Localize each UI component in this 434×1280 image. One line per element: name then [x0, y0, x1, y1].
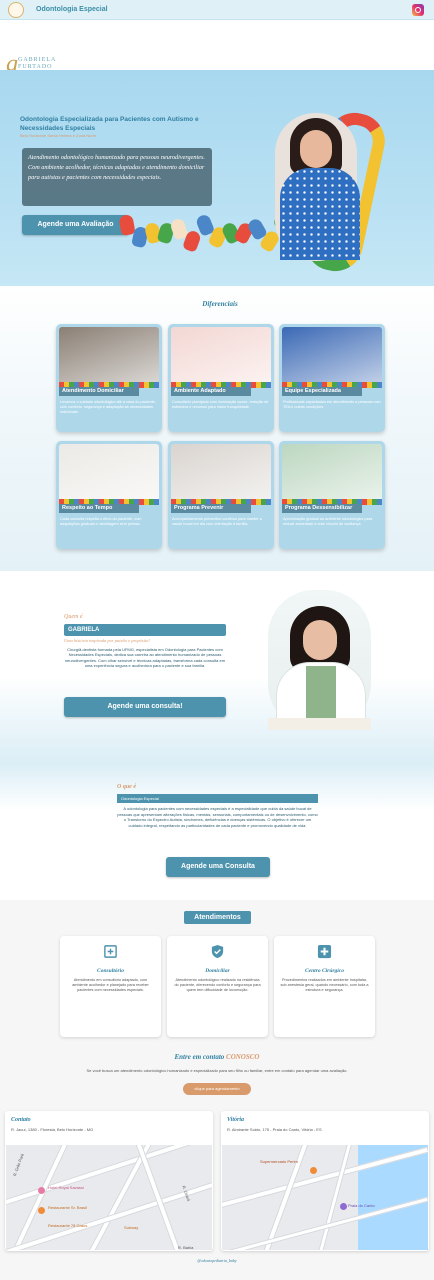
what-is-text: A odontologia para pacientes com necessi… [117, 806, 318, 828]
mini-logo[interactable] [8, 2, 24, 18]
hero-schedule-button[interactable]: Agende uma Avaliação [22, 215, 129, 235]
feature-card-image [282, 444, 382, 504]
feature-card-label: Programa Prevenir [171, 504, 251, 513]
about-subtitle: Uma história inspirada por paixão e prop… [64, 638, 150, 643]
feature-card[interactable]: Equipe Especializada Profissionais capaci… [279, 324, 385, 432]
hero-text-box: Atendimento odontológico humanizado para… [22, 148, 212, 206]
service-card-centro-cirurgico[interactable]: Centro Cirúrgico Procedimentos realizado… [274, 936, 375, 1037]
contact-text: Se você busca um atendimento odontológic… [86, 1068, 348, 1073]
logo-line-1: GABRIELA [18, 57, 57, 63]
top-bar: Odontologia Especial [0, 0, 434, 20]
feature-card-desc: Profissionais capacitados em atendimento… [283, 400, 381, 409]
feature-card[interactable]: Programa Dessensibilizar Aproximação grad… [279, 441, 385, 549]
map-card-contato: Contato R. Jacuí, 1380 - Floresta, Belo … [5, 1111, 213, 1251]
feature-card-desc: Acompanhamento preventivo contínuo para … [172, 517, 262, 526]
contact-schedule-button[interactable]: clique para agendamento [183, 1083, 251, 1095]
service-card-consultorio[interactable]: Consultório Atendimento em consultório a… [60, 936, 161, 1037]
service-title: Centro Cirúrgico [305, 968, 344, 974]
about-text: Cirurgiã-dentista formada pela UFMG, esp… [64, 647, 226, 669]
map-label: Restaurante Sr. Brasil [48, 1205, 87, 1210]
map-label: R. Bahia [178, 1245, 194, 1250]
feature-card-image [171, 444, 271, 504]
services-title: Atendimentos [184, 911, 251, 924]
hero-subheading: Belo Horizonte Santa Helena e Zona Norte [20, 133, 97, 138]
feature-card-desc: Aproximação gradual ao ambiente odontoló… [283, 517, 373, 526]
pin-icon[interactable] [38, 1187, 45, 1194]
feature-card-label: Atendimento Domiciliar [59, 387, 139, 396]
map-address: R. Jacuí, 1380 - Floresta, Belo Horizont… [11, 1127, 94, 1132]
hero-portrait-face [300, 130, 332, 168]
feature-card-image [282, 327, 382, 387]
feature-card[interactable]: Programa Prevenir Acompanhamento preventi… [168, 441, 274, 549]
feature-card-image [59, 444, 159, 504]
footer-handle[interactable]: @odontopediatria_baby [0, 1258, 434, 1263]
feature-card-label: Equipe Especializada [282, 387, 362, 396]
service-title: Consultório [97, 968, 124, 974]
diferenciais-title: Diferenciais [202, 300, 238, 308]
site-title[interactable]: Odontologia Especial [36, 6, 108, 13]
feature-card-label: Respeito ao Tempo [59, 504, 139, 513]
about-name-band: GABRIELA [64, 624, 226, 636]
what-is-kicker: O que é [117, 784, 136, 790]
contact-title-a: Entre em contato [174, 1053, 225, 1061]
feature-card[interactable]: Ambiente Adaptado Consultório planejado c… [168, 324, 274, 432]
map-address: R. Almirante Soido, 175 - Praia do Canto… [227, 1127, 322, 1132]
beach-pin-icon[interactable] [340, 1203, 347, 1210]
about-kicker: Quem é [64, 614, 83, 620]
map-title: Contato [11, 1117, 31, 1123]
about-portrait-desk [268, 718, 371, 730]
map-vitoria[interactable]: Supermercado Perim Praia do Canto [222, 1145, 428, 1250]
feature-card-image [59, 327, 159, 387]
about-portrait-face [303, 620, 337, 660]
hero-heading: Odontologia Especializada para Pacientes… [20, 116, 199, 132]
logo-bar: g GABRIELA FURTADO ODONTOLOGIA ESPECIAL [0, 21, 434, 78]
feature-card[interactable]: Respeito ao Tempo Cada consulta respeita … [56, 441, 162, 549]
about-schedule-button[interactable]: Agende uma consulta! [64, 697, 226, 717]
what-is-section [0, 763, 434, 900]
feature-card-label: Ambiente Adaptado [171, 387, 251, 396]
what-is-band: Odontologia Especial [117, 794, 318, 803]
about-portrait-shirt [306, 666, 336, 726]
hero-box-text: Atendimento odontológico humanizado para… [28, 154, 205, 181]
instagram-icon[interactable] [412, 4, 424, 16]
feature-card-desc: Consultório planejado com iluminação sua… [172, 400, 269, 409]
shield-check-icon [211, 944, 224, 959]
contact-title: Entre em contato CONOSCO [150, 1053, 284, 1061]
hero-portrait-body [280, 168, 360, 260]
feature-card[interactable]: Atendimento Domiciliar Levamos o cuidado … [56, 324, 162, 432]
what-is-schedule-button[interactable]: Agende uma Consulta [166, 857, 270, 877]
service-desc: Procedimentos realizados em ambiente hos… [280, 978, 369, 993]
restaurant-pin-icon[interactable] [38, 1207, 45, 1214]
map-card-vitoria: Vitória R. Almirante Soido, 175 - Praia … [221, 1111, 429, 1251]
feature-card-desc: Cada consulta respeita o ritmo do pacien… [60, 517, 142, 526]
service-card-domiciliar[interactable]: Domiciliar Atendimento odontológico real… [167, 936, 268, 1037]
service-title: Domiciliar [205, 968, 230, 974]
contact-title-b: CONOSCO [226, 1053, 260, 1061]
feature-card-desc: Levamos o cuidado odontológico até a cas… [60, 400, 156, 414]
pin-icon[interactable] [310, 1167, 317, 1174]
consultorio-icon [104, 945, 117, 958]
map-bh[interactable]: R. Grão Pará Hotel Royal Savassi Restaur… [6, 1145, 212, 1250]
feature-card-label: Programa Dessensibilizar [282, 504, 362, 513]
map-label: Praia do Canto [348, 1203, 375, 1208]
medical-cross-icon [317, 944, 332, 959]
map-label: Hotel Royal Savassi [48, 1185, 84, 1190]
map-label: Restaurante 78 Graus [48, 1223, 88, 1228]
map-label: Subway [124, 1225, 139, 1230]
map-title: Vitória [227, 1117, 245, 1123]
map-label: R. Grão Pará [12, 1152, 25, 1177]
map-label: Supermercado Perim [260, 1159, 298, 1164]
service-desc: Atendimento em consultório adaptado, com… [72, 978, 149, 993]
feature-card-image [171, 327, 271, 387]
service-desc: Atendimento odontológico realizado na re… [174, 978, 261, 993]
